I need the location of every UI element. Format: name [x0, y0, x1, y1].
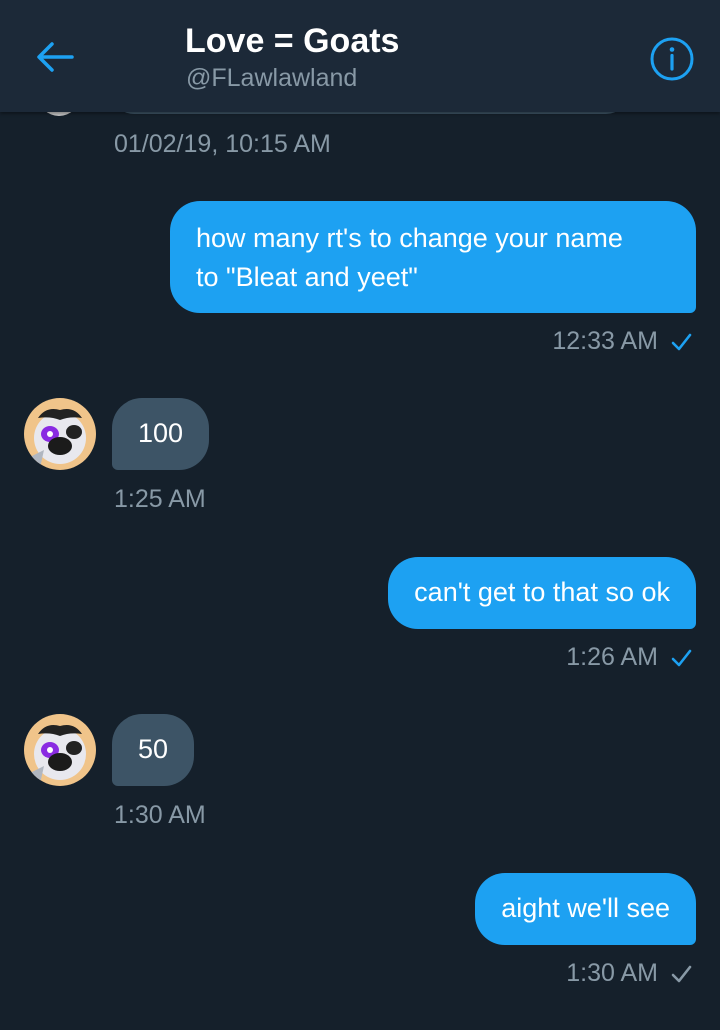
message-bubble-received[interactable]: 50 — [112, 714, 195, 786]
read-check-icon — [671, 649, 692, 667]
conversation-title[interactable]: Love = Goats — [185, 22, 399, 61]
back-button[interactable] — [28, 34, 84, 80]
avatar[interactable] — [24, 398, 96, 470]
info-button[interactable] — [649, 36, 695, 82]
conversation-header: Love = Goats @FLawlawland — [0, 0, 720, 112]
sent-check-icon — [671, 965, 692, 983]
message-timestamp: 1:26 AM — [566, 643, 658, 671]
message-text: 100 — [138, 418, 184, 448]
message-bubble-received[interactable]: 100 — [112, 398, 210, 470]
info-icon — [650, 37, 694, 81]
message-timestamp: 1:25 AM — [114, 485, 206, 513]
dm-conversation-screen: Love = Goats @FLawlawland 01/02/19, 10:1… — [0, 0, 720, 1030]
message-timestamp: 1:30 AM — [114, 801, 206, 829]
goat-avatar-icon — [24, 714, 96, 786]
message-bubble-sent[interactable]: can't get to that so ok — [388, 557, 696, 629]
goat-avatar-icon — [24, 398, 96, 470]
message-text: aight we'll see — [501, 893, 670, 923]
message-bubble-sent[interactable]: how many rt's to change your name to "Bl… — [170, 201, 696, 313]
message-text: can't get to that so ok — [414, 577, 670, 607]
avatar[interactable] — [24, 714, 96, 786]
message-text: 50 — [138, 734, 169, 764]
conversation-handle[interactable]: @FLawlawland — [186, 64, 357, 93]
message-timestamp: 12:33 AM — [552, 327, 658, 355]
message-bubble-sent[interactable]: aight we'll see — [475, 873, 696, 945]
message-text: how many rt's to change your name to "Bl… — [196, 223, 623, 292]
read-check-icon — [671, 333, 692, 351]
message-timestamp: 1:30 AM — [566, 959, 658, 987]
message-timestamp: 01/02/19, 10:15 AM — [114, 130, 331, 158]
arrow-left-icon — [37, 42, 74, 72]
